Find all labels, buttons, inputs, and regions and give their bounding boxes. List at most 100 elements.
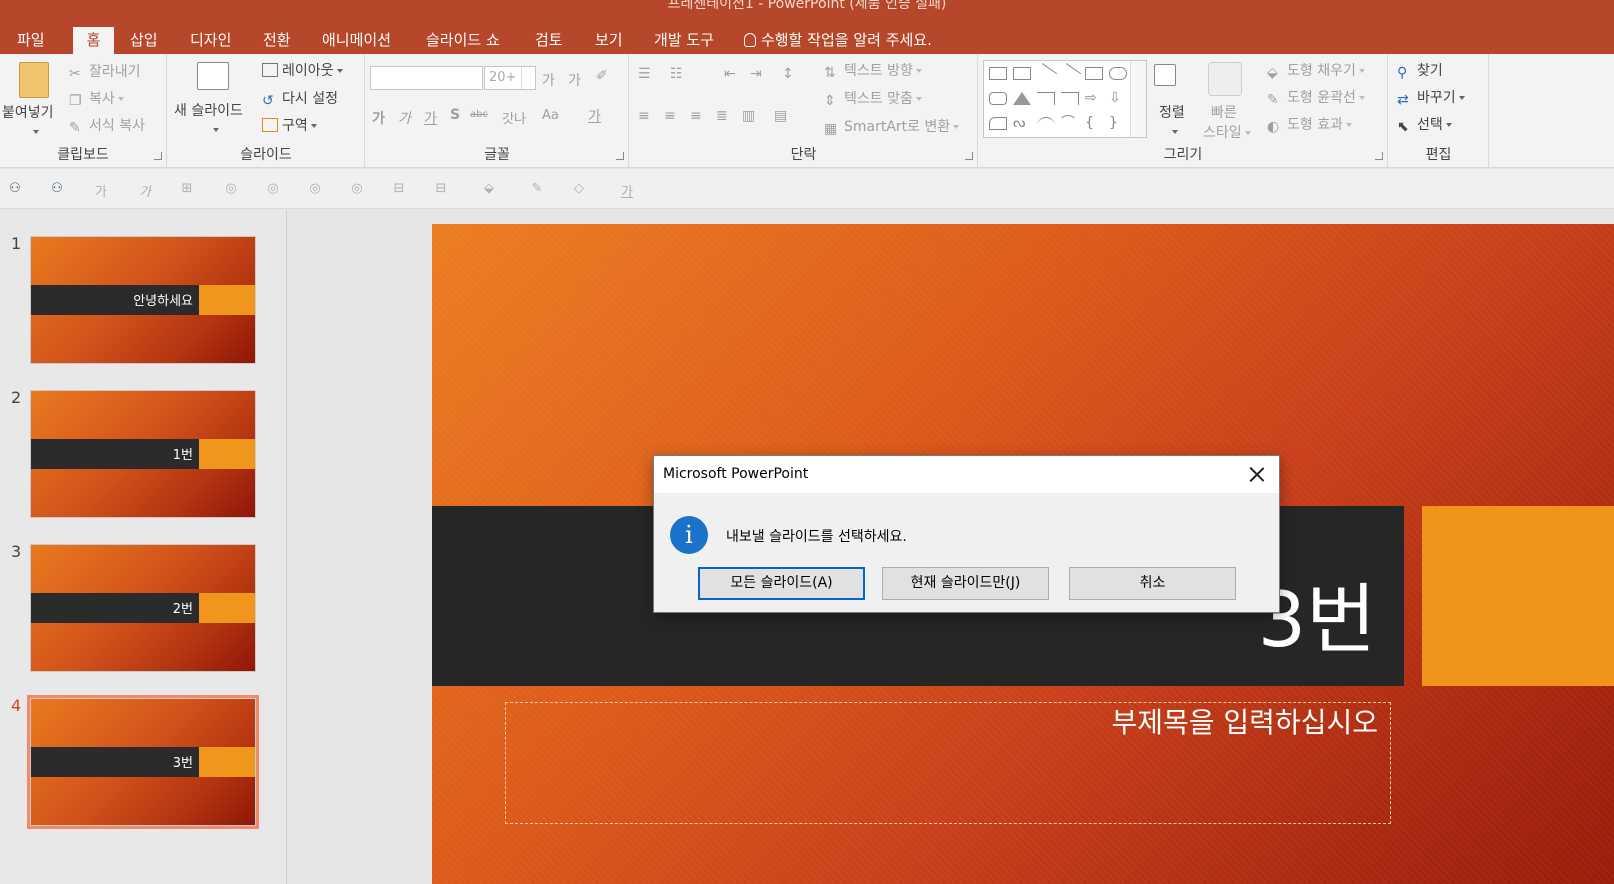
drawing-launcher-icon[interactable]: [1375, 152, 1383, 160]
paragraph-launcher-icon[interactable]: [965, 152, 973, 160]
shrink-font-button[interactable]: 가: [568, 70, 581, 90]
slide-thumbnail[interactable]: 1번: [30, 390, 256, 518]
hierarchy-icon[interactable]: ⚇: [6, 181, 24, 197]
arrange-dropdown-icon[interactable]: [1172, 130, 1178, 134]
replace-button[interactable]: ⇄ 바꾸기: [1397, 87, 1465, 108]
align-right-icon[interactable]: ≡: [690, 108, 702, 124]
increase-indent-icon[interactable]: ⇥: [750, 66, 762, 82]
format-painter-button[interactable]: ✎ 서식 복사: [69, 115, 145, 136]
new-slide-dropdown-icon[interactable]: [213, 128, 219, 132]
quick-styles-button[interactable]: 빠른: [1211, 102, 1237, 122]
qt-font-color-button[interactable]: 가: [618, 181, 636, 200]
change-case-button[interactable]: Aa: [542, 108, 559, 123]
font-color-button[interactable]: 가: [588, 106, 601, 126]
fill-bucket-icon[interactable]: ⬙: [480, 181, 498, 197]
slide-thumbnail-selected[interactable]: 3번: [27, 695, 259, 829]
group-icon[interactable]: ◎: [222, 181, 240, 197]
tab-review[interactable]: 검토: [525, 27, 573, 54]
align-shapes-icon[interactable]: ⊞: [178, 181, 196, 197]
tab-design[interactable]: 디자인: [180, 27, 241, 54]
cancel-button[interactable]: 취소: [1069, 567, 1236, 600]
right-brace-shape-icon[interactable]: }: [1109, 116, 1127, 130]
elbow-connector-icon[interactable]: [1037, 92, 1055, 105]
reset-button[interactable]: ↺ 다시 설정: [262, 88, 338, 109]
section-button[interactable]: 구역: [262, 115, 317, 135]
right-arrow-shape-icon[interactable]: ⇨: [1085, 91, 1103, 105]
decrease-indent-icon[interactable]: ⇤: [724, 66, 736, 82]
slide-thumbnails-pane[interactable]: 1 안녕하세요 2 1번 3 2번 4 3번: [0, 210, 287, 884]
outline-pen-icon[interactable]: ✎: [528, 181, 546, 197]
font-size-input[interactable]: 20+: [484, 66, 536, 90]
tab-developer[interactable]: 개발 도구: [644, 27, 724, 54]
align-left-icon[interactable]: ≡: [638, 108, 650, 124]
numbering-icon[interactable]: ☷: [670, 66, 683, 82]
arc-shape-icon[interactable]: [1037, 117, 1055, 130]
textbox-shape-icon[interactable]: [989, 67, 1007, 80]
font-launcher-icon[interactable]: [616, 152, 624, 160]
bold-button[interactable]: 가: [372, 108, 385, 128]
bullets-icon[interactable]: ☰: [638, 66, 651, 82]
align-text-button[interactable]: ⇕ 텍스트 맞춤: [824, 88, 922, 109]
curve-shape-icon[interactable]: ⌒: [1061, 116, 1079, 130]
scribble-shape-icon[interactable]: ᔓ: [1013, 116, 1031, 130]
tell-me-box[interactable]: 수행할 작업을 알려 주세요.: [744, 27, 932, 54]
select-button[interactable]: ⬉ 선택: [1397, 114, 1452, 135]
ungroup-icon[interactable]: ◎: [264, 181, 282, 197]
down-arrow-shape-icon[interactable]: ⇩: [1109, 91, 1127, 105]
smartart-button[interactable]: ▦ SmartArt로 변환: [824, 116, 960, 137]
shape-fill-button[interactable]: ⬙ 도형 채우기: [1267, 60, 1365, 81]
arrange-button[interactable]: 정렬: [1159, 102, 1185, 122]
send-backward-icon[interactable]: ⊟: [432, 181, 450, 197]
tab-view[interactable]: 보기: [585, 27, 633, 54]
font-size-dropdown-icon[interactable]: [521, 67, 535, 89]
qt-italic-button[interactable]: 가: [136, 181, 154, 200]
align-center-icon[interactable]: ≡: [664, 108, 676, 124]
spacing-button[interactable]: 갓나: [502, 108, 526, 127]
clear-format-icon[interactable]: ✐: [596, 68, 608, 84]
clipboard-launcher-icon[interactable]: [154, 152, 162, 160]
new-slide-button[interactable]: 새 슬라이드: [174, 100, 243, 120]
tab-transitions[interactable]: 전환: [253, 27, 301, 54]
close-icon[interactable]: [1247, 465, 1267, 485]
freeform-shape-icon[interactable]: [989, 117, 1007, 130]
justify-icon[interactable]: ≣: [716, 108, 728, 124]
all-slides-button[interactable]: 모든 슬라이드(A): [698, 567, 865, 600]
find-button[interactable]: ⚲ 찾기: [1397, 60, 1443, 81]
paste-button[interactable]: 붙여넣기: [2, 102, 54, 122]
strike-button[interactable]: abc: [470, 109, 488, 120]
cut-button[interactable]: ✂ 잘라내기: [69, 61, 141, 82]
left-brace-shape-icon[interactable]: {: [1085, 116, 1103, 130]
grow-font-button[interactable]: 가: [542, 70, 555, 90]
merge-icon[interactable]: ◎: [306, 181, 324, 197]
tab-slideshow[interactable]: 슬라이드 쇼: [416, 27, 510, 54]
bring-forward-icon[interactable]: ⊟: [390, 181, 408, 197]
shapes-gallery[interactable]: ⇨ ⇩ ᔓ ⌒ { }: [983, 60, 1147, 138]
shape-effects-icon[interactable]: ◇: [570, 181, 588, 197]
tab-home[interactable]: 홈: [73, 27, 114, 54]
slide-thumbnail[interactable]: 2번: [30, 544, 256, 672]
rounded-rect-shape-icon[interactable]: [989, 92, 1007, 105]
distributed-icon[interactable]: ▥: [742, 108, 755, 124]
rectangle-shape-icon[interactable]: [1085, 67, 1103, 80]
tab-insert[interactable]: 삽입: [120, 27, 168, 54]
current-slide-button[interactable]: 현재 슬라이드만(J): [882, 567, 1049, 600]
paste-dropdown-icon[interactable]: [33, 130, 39, 134]
slide-thumbnail[interactable]: 안녕하세요: [30, 236, 256, 364]
columns-icon[interactable]: ▤: [774, 108, 787, 124]
line-shape-icon[interactable]: [1034, 63, 1058, 84]
tab-file[interactable]: 파일: [7, 27, 55, 54]
shape-effects-button[interactable]: ◐ 도형 효과: [1267, 114, 1352, 135]
arrow-shape-icon[interactable]: [1058, 63, 1082, 84]
italic-button[interactable]: 가: [398, 108, 411, 128]
hierarchy-alt-icon[interactable]: ⚇: [48, 181, 66, 197]
triangle-shape-icon[interactable]: [1013, 92, 1031, 105]
layout-button[interactable]: 레이아웃: [262, 60, 343, 80]
line-spacing-icon[interactable]: ↕: [782, 66, 794, 82]
shapes-scrollbar[interactable]: [1130, 61, 1146, 137]
shadow-button[interactable]: S: [450, 107, 460, 123]
intersect-icon[interactable]: ◎: [348, 181, 366, 197]
font-name-input[interactable]: [370, 66, 483, 90]
vertical-textbox-shape-icon[interactable]: [1013, 67, 1031, 80]
elbow-arrow-icon[interactable]: [1061, 92, 1079, 105]
shape-outline-button[interactable]: ✎ 도형 윤곽선: [1267, 87, 1365, 108]
